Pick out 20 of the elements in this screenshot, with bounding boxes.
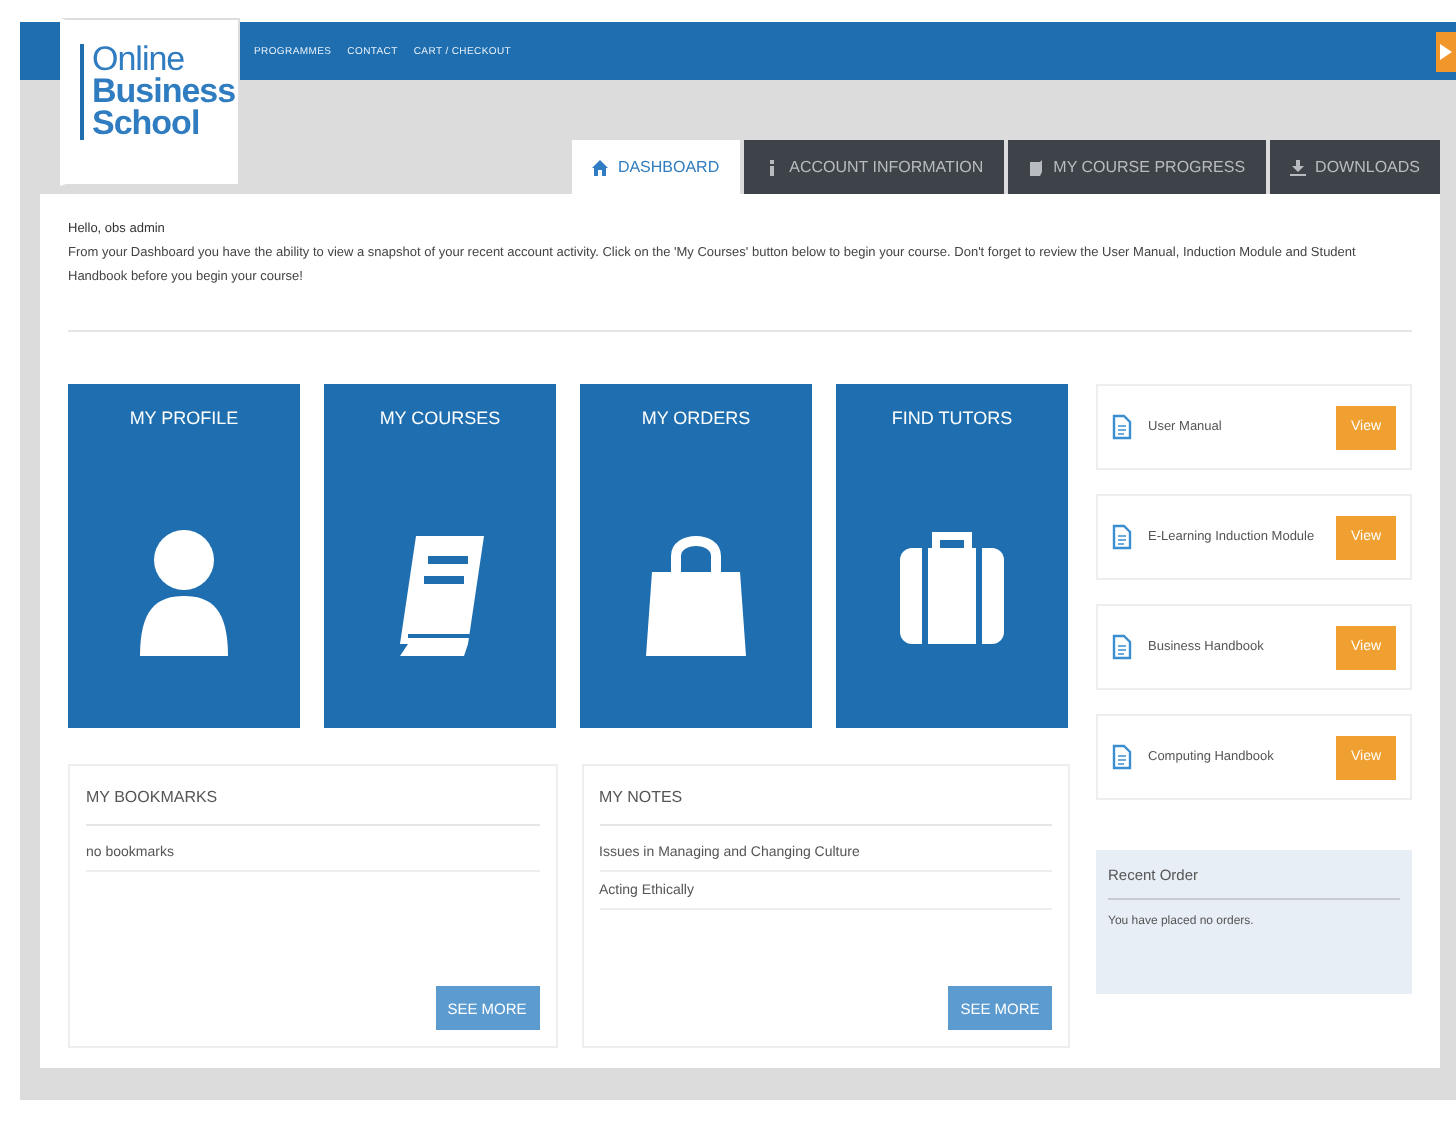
book-icon — [1027, 159, 1044, 175]
tab[interactable]: DASHBOARD — [571, 140, 740, 194]
document-icon — [1112, 634, 1132, 660]
home-icon — [591, 159, 608, 175]
document-icon — [1112, 414, 1132, 440]
dashboard-tile[interactable]: MY PROFILE — [68, 384, 300, 728]
arrow-icon — [1440, 43, 1452, 59]
document-icon — [1112, 744, 1132, 770]
panel-title: MY BOOKMARKS — [86, 782, 539, 826]
dashboard-tile[interactable]: FIND TUTORS — [836, 384, 1068, 728]
exit-button[interactable] — [1436, 31, 1456, 71]
download-icon — [1289, 159, 1306, 175]
tab[interactable]: ACCOUNT INFORMATION — [743, 140, 1004, 194]
tab[interactable]: MY COURSE PROGRESS — [1007, 140, 1266, 194]
dashboard-tile[interactable]: MY ORDERS — [580, 384, 812, 728]
logo[interactable]: Online Business School — [60, 18, 240, 186]
document-icon — [1112, 524, 1132, 550]
panel-title: MY NOTES — [599, 782, 1052, 826]
tab[interactable]: DOWNLOADS — [1269, 140, 1440, 194]
dashboard-tile[interactable]: MY COURSES — [324, 384, 556, 728]
